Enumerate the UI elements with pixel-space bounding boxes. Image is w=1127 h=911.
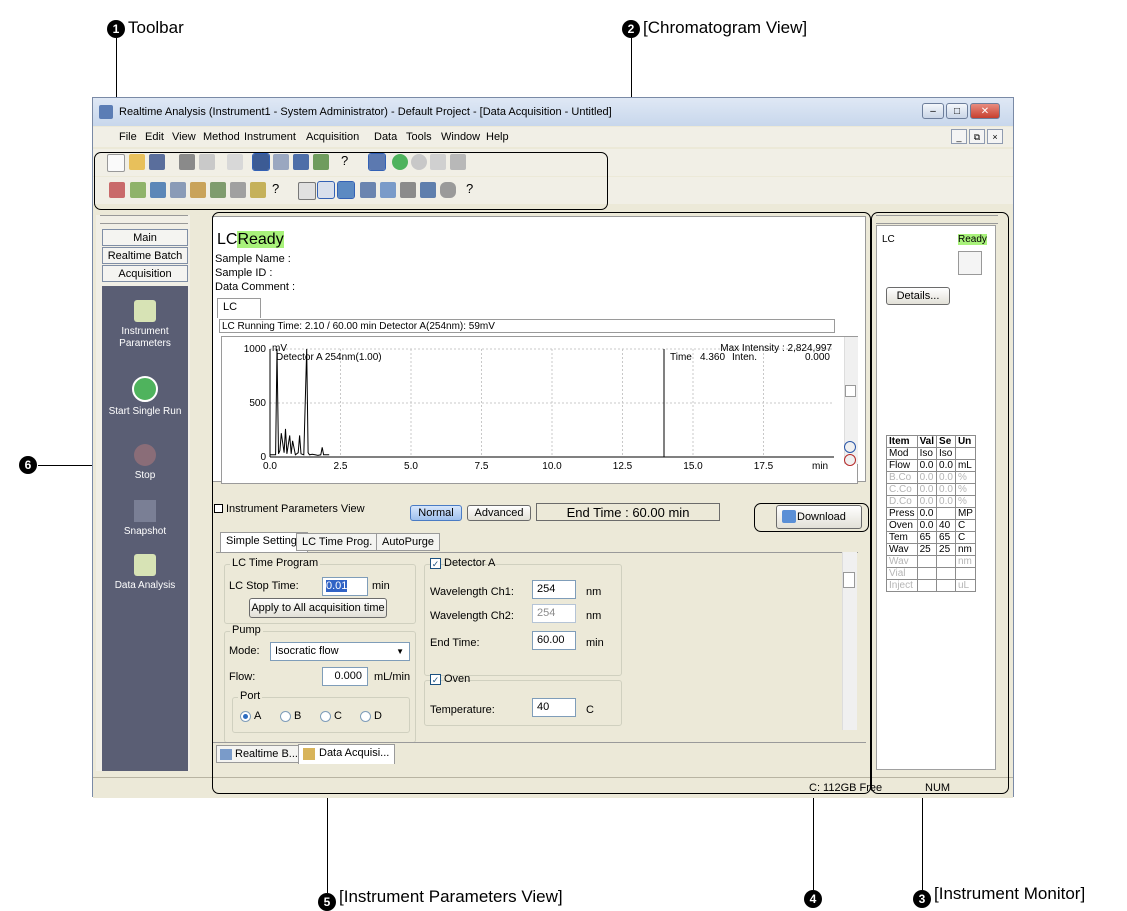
callout-params-label: [Instrument Parameters View] (339, 887, 563, 906)
callout-2-number: 2 (622, 20, 640, 38)
sidebar-grip[interactable] (100, 215, 188, 224)
highlight-toolbar (94, 152, 608, 210)
window-title: Realtime Analysis (Instrument1 - System … (119, 106, 612, 118)
assistant-bar: Main Realtime Batch Acquisition Instrume… (96, 215, 190, 771)
menu-file[interactable]: File (119, 131, 137, 143)
stop-icon-sidebar (134, 444, 156, 466)
menu-acquisition[interactable]: Acquisition (306, 131, 359, 143)
data-analysis-label: Data Analysis (114, 580, 176, 591)
data-analysis-icon (134, 554, 156, 576)
maximize-button[interactable]: □ (946, 103, 968, 119)
mdi-minimize-button[interactable]: _ (951, 129, 967, 144)
callout-5-leader (327, 792, 328, 893)
snapshot-icon (134, 500, 156, 522)
menu-instrument[interactable]: Instrument (244, 131, 296, 143)
highlight-download (754, 503, 869, 532)
start-single-run-button[interactable]: Start Single Run (102, 376, 188, 418)
start-single-run-label: Start Single Run (108, 406, 182, 417)
title-bar: Realtime Analysis (Instrument1 - System … (93, 98, 1013, 126)
app-icon (99, 105, 113, 119)
menu-window[interactable]: Window (441, 131, 480, 143)
instrument-parameters-button[interactable]: Instrument Parameters (102, 300, 188, 350)
callout-3-leader (922, 792, 923, 890)
mdi-close-button[interactable]: × (987, 129, 1003, 144)
sidebar-tab-main[interactable]: Main (102, 229, 188, 246)
menu-data[interactable]: Data (374, 131, 397, 143)
mdi-restore-button[interactable]: ⧉ (969, 129, 985, 144)
data-analysis-button[interactable]: Data Analysis (102, 554, 188, 592)
instrument-parameters-label: Instrument Parameters (119, 326, 171, 349)
menu-tools[interactable]: Tools (406, 131, 432, 143)
highlight-monitor (871, 212, 1009, 794)
start-single-run-icon (132, 376, 158, 402)
callout-monitor-label: [Instrument Monitor] (934, 884, 1086, 903)
stop-button[interactable]: Stop (102, 444, 188, 482)
menu-help[interactable]: Help (486, 131, 509, 143)
callout-toolbar-label: Toolbar (128, 18, 184, 37)
callout-chromatogram-label: [Chromatogram View] (643, 18, 808, 37)
callout-3-number: 3 (913, 890, 931, 908)
instrument-parameters-icon (134, 300, 156, 322)
callout-6-number: 6 (19, 456, 37, 474)
minimize-button[interactable]: – (922, 103, 944, 119)
close-button[interactable]: ✕ (970, 103, 1000, 119)
sidebar-panel: Instrument Parameters Start Single Run S… (102, 286, 188, 771)
sidebar-tab-realtime-batch[interactable]: Realtime Batch (102, 247, 188, 264)
snapshot-button[interactable]: Snapshot (102, 500, 188, 538)
menu-method[interactable]: Method (203, 131, 240, 143)
stop-label: Stop (134, 470, 156, 481)
menu-bar: File Edit View Method Instrument Acquisi… (93, 127, 1013, 147)
callout-5-number: 5 (318, 893, 336, 911)
sidebar-tab-acquisition[interactable]: Acquisition (102, 265, 188, 282)
callout-1-number: 1 (107, 20, 125, 38)
menu-edit[interactable]: Edit (145, 131, 164, 143)
callout-4-number: 4 (804, 890, 822, 908)
menu-view[interactable]: View (172, 131, 196, 143)
snapshot-label: Snapshot (123, 526, 167, 537)
